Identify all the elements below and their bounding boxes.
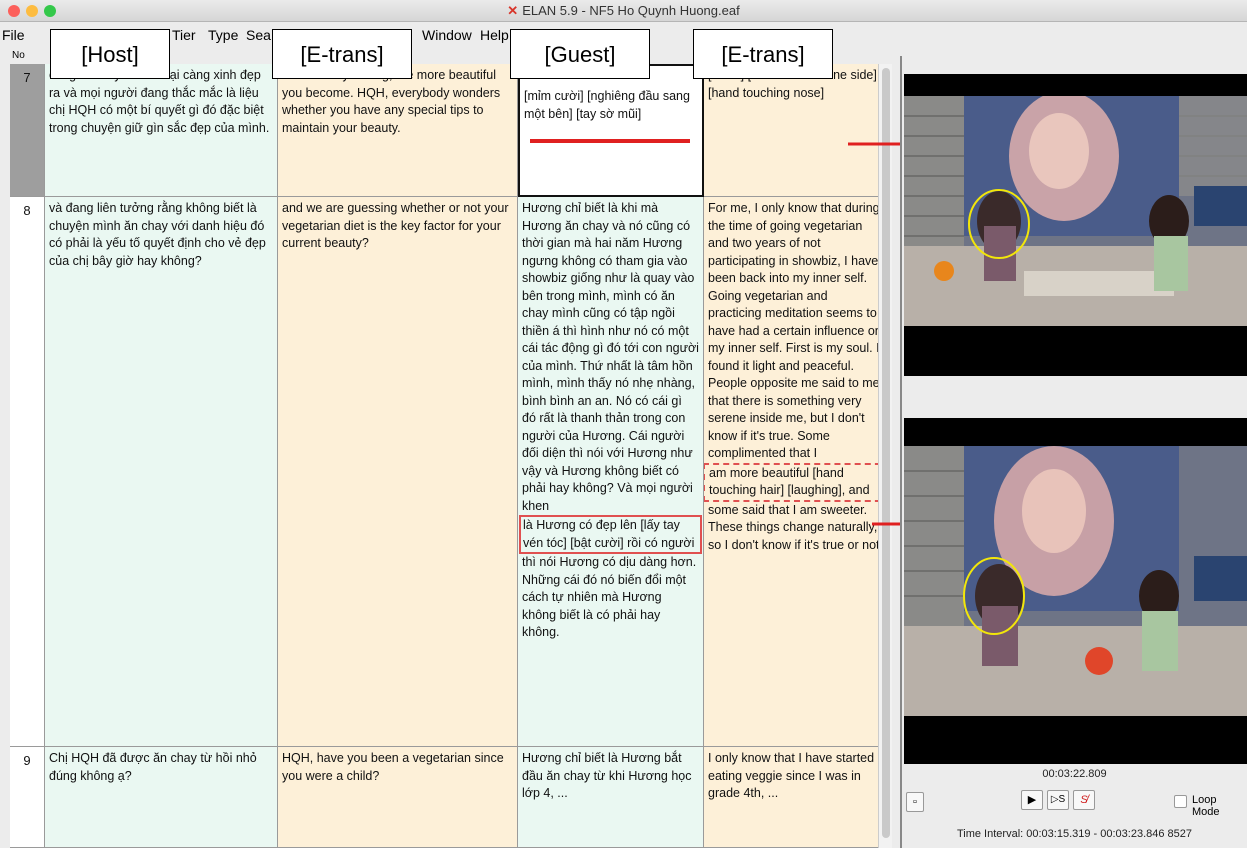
- guest-cell-selected[interactable]: [mỉm cười] [nghiêng đầu sang một bên] [t…: [518, 64, 704, 197]
- no-column-header: No: [12, 50, 25, 61]
- row-number: 7: [10, 64, 45, 197]
- play-selection-label: S: [1058, 794, 1066, 805]
- row-number: 9: [10, 747, 45, 848]
- guest-trans-cell[interactable]: I only know that I have started eating v…: [704, 747, 888, 848]
- host-trans-cell[interactable]: The better you sing, the more beautiful …: [278, 64, 518, 197]
- table-row[interactable]: 7 càng hát hay hơn thì lại càng xinh đẹp…: [10, 64, 890, 197]
- elan-logo-icon: ✕: [507, 3, 519, 18]
- tv-studio-scene: [904, 96, 1247, 326]
- video-frame-1: [904, 74, 1247, 376]
- host-column-label: [Host]: [50, 29, 170, 79]
- current-time: 00:03:22.809: [1042, 768, 1107, 780]
- guest-trans-text-c: some said that I am sweeter. These thing…: [708, 502, 883, 552]
- window-title-text: ELAN 5.9 - NF5 Ho Quynh Huong.eaf: [522, 3, 740, 18]
- scrollbar-thumb[interactable]: [882, 68, 890, 838]
- guest-highlight-box: là Hương có đẹp lên [lấy tay vén tóc] [b…: [519, 515, 702, 554]
- loop-mode-checkbox[interactable]: [1174, 795, 1187, 808]
- guest-column-label: [Guest]: [510, 29, 650, 79]
- red-underline-marker: [530, 139, 690, 143]
- tv-studio-scene: [904, 446, 1247, 716]
- guest-trans-column-label: [E-trans]: [693, 29, 833, 79]
- time-interval: Time Interval: 00:03:15.319 - 00:03:23.8…: [956, 828, 1193, 840]
- play-selection-button[interactable]: ▷S: [1047, 790, 1069, 810]
- guest-text-a: Hương chỉ biết là khi mà Hương ăn chay v…: [522, 201, 699, 513]
- table-scrollbar[interactable]: [878, 64, 892, 848]
- window-title: ✕ ELAN 5.9 - NF5 Ho Quynh Huong.eaf: [0, 3, 1247, 19]
- host-cell[interactable]: và đang liên tưởng rằng không biết là ch…: [45, 197, 278, 747]
- title-bar: ✕ ELAN 5.9 - NF5 Ho Quynh Huong.eaf: [0, 0, 1247, 22]
- annotation-table: 7 càng hát hay hơn thì lại càng xinh đẹp…: [10, 64, 890, 848]
- guest-trans-cell[interactable]: [smile] [head titled to one side] [hand …: [704, 64, 888, 197]
- menu-file[interactable]: File: [2, 27, 25, 43]
- loop-mode-label: Loop Mode: [1192, 794, 1220, 818]
- guest-trans-cell[interactable]: For me, I only know that during the time…: [704, 197, 888, 747]
- detach-player-icon[interactable]: ▫: [906, 792, 924, 812]
- table-row[interactable]: 9 Chị HQH đã được ăn chay từ hồi nhỏ đún…: [10, 747, 890, 848]
- menu-tier[interactable]: Tier: [172, 27, 196, 43]
- video-frame-2: [904, 418, 1247, 764]
- media-player-panel: 00:03:22.809 ▫ ▶ ▷S S̸ Loop Mode Time In…: [900, 56, 1247, 848]
- table-row[interactable]: 8 và đang liên tưởng rằng không biết là …: [10, 197, 890, 747]
- guest-cell-text: [mỉm cười] [nghiêng đầu sang một bên] [t…: [524, 89, 690, 121]
- guest-trans-text-a: For me, I only know that during the time…: [708, 201, 882, 460]
- host-trans-column-label: [E-trans]: [272, 29, 412, 79]
- clear-selection-button[interactable]: S̸: [1073, 790, 1095, 810]
- host-trans-cell[interactable]: and we are guessing whether or not your …: [278, 197, 518, 747]
- guest-trans-highlight-box: am more beautiful [hand touching hair] […: [704, 462, 887, 502]
- guest-text-c: thì nói Hương có dịu dàng hơn. Những cái…: [522, 555, 697, 639]
- menu-help[interactable]: Help: [480, 27, 509, 43]
- guest-cell[interactable]: Hương chỉ biết là Hương bắt đầu ăn chay …: [518, 747, 704, 848]
- host-cell[interactable]: càng hát hay hơn thì lại càng xinh đẹp r…: [45, 64, 278, 197]
- host-trans-cell[interactable]: HQH, have you been a vegetarian since yo…: [278, 747, 518, 848]
- play-button[interactable]: ▶: [1021, 790, 1043, 810]
- row-number: 8: [10, 197, 45, 747]
- menu-type[interactable]: Type: [208, 27, 238, 43]
- menu-search[interactable]: Sea: [246, 27, 271, 43]
- host-cell[interactable]: Chị HQH đã được ăn chay từ hồi nhỏ đúng …: [45, 747, 278, 848]
- guest-cell[interactable]: Hương chỉ biết là khi mà Hương ăn chay v…: [518, 197, 704, 747]
- menu-window[interactable]: Window: [422, 27, 472, 43]
